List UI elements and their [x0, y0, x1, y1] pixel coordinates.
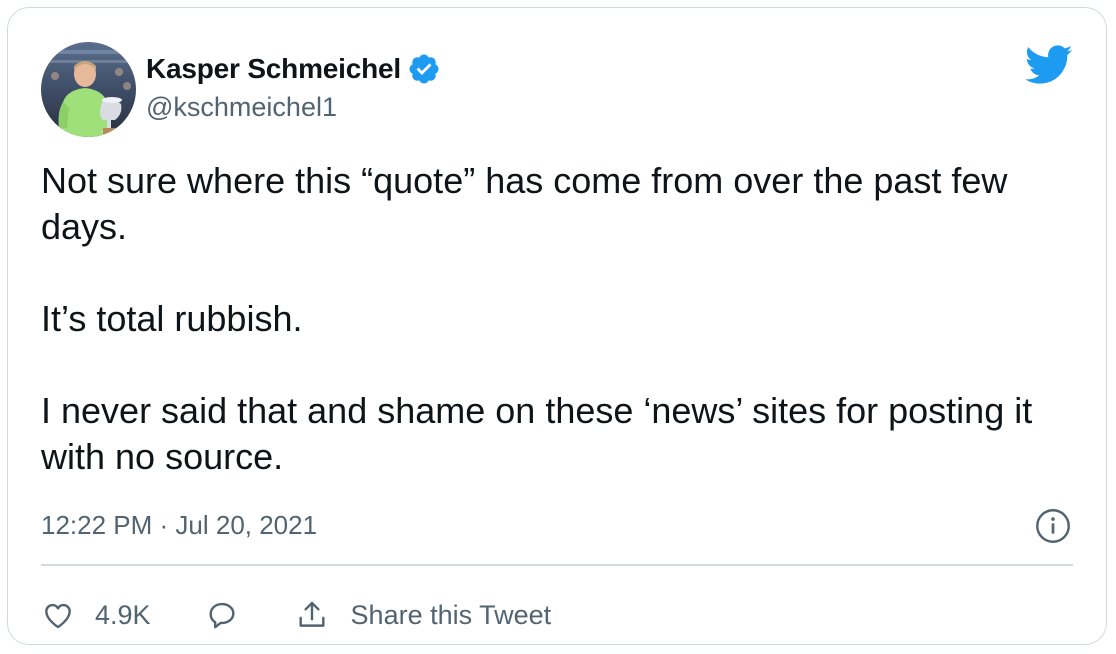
reply-button[interactable]	[205, 598, 239, 632]
author-handle[interactable]: @kschmeichel1	[146, 92, 337, 123]
tweet-paragraph: It’s total rubbish.	[41, 298, 303, 339]
author-name-row[interactable]: Kasper Schmeichel	[146, 49, 441, 89]
divider	[41, 564, 1073, 566]
share-icon	[299, 601, 325, 627]
avatar[interactable]	[41, 42, 136, 137]
avatar-image	[41, 42, 136, 137]
tweet-text: Not sure where this “quote” has come fro…	[41, 158, 1071, 480]
info-icon[interactable]	[1035, 508, 1071, 544]
tweet-paragraph: I never said that and shame on these ‘ne…	[41, 390, 1033, 477]
like-count: 4.9K	[95, 599, 151, 630]
like-button[interactable]: 4.9K	[41, 598, 151, 632]
author-display-name[interactable]: Kasper Schmeichel	[146, 53, 401, 85]
share-label: Share this Tweet	[350, 599, 552, 630]
twitter-bird-icon[interactable]	[1025, 40, 1073, 88]
tweet-card: Kasper Schmeichel @kschmeichel1 Not sure…	[7, 7, 1107, 645]
reply-bubble-icon	[209, 602, 235, 629]
action-bar: 4.9K Share this Tweet	[41, 588, 551, 642]
tweet-timestamp[interactable]: 12:22 PM · Jul 20, 2021	[41, 510, 317, 541]
heart-icon	[45, 603, 71, 629]
verified-badge-icon	[409, 54, 439, 84]
tweet-paragraph: Not sure where this “quote” has come fro…	[41, 160, 1008, 247]
share-button[interactable]: Share this Tweet	[295, 598, 552, 632]
